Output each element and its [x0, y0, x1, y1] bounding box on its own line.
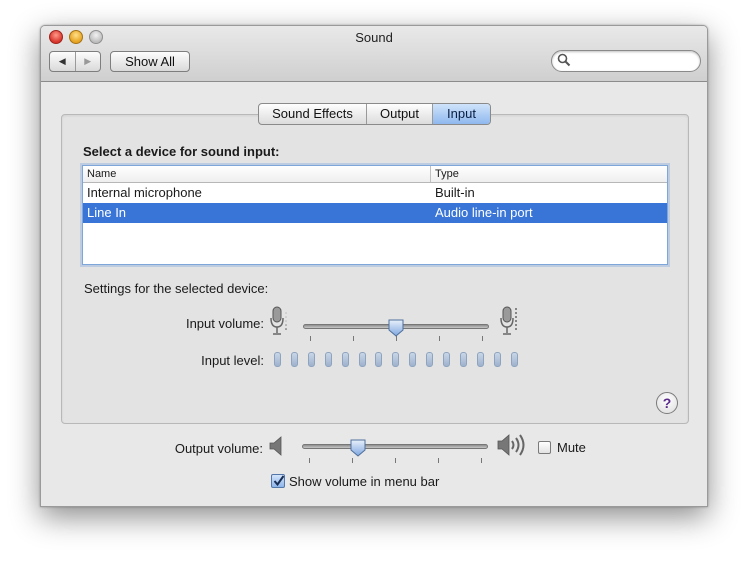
level-segment	[307, 352, 315, 367]
level-segment	[493, 352, 501, 367]
tab-input[interactable]: Input	[433, 104, 490, 124]
search-input[interactable]	[574, 53, 694, 69]
output-volume-knob[interactable]	[350, 439, 366, 457]
device-type: Audio line-in port	[435, 205, 533, 220]
level-segment	[426, 352, 434, 367]
level-segment	[358, 352, 366, 367]
search-field[interactable]	[551, 50, 701, 72]
tab-bar: Sound Effects Output Input	[258, 103, 491, 125]
show-all-button[interactable]: Show All	[110, 51, 190, 72]
level-segment	[443, 352, 450, 367]
input-volume-knob[interactable]	[388, 319, 404, 337]
speaker-high-icon	[497, 434, 525, 456]
slider-tick	[439, 336, 440, 341]
slider-tick	[482, 336, 483, 341]
output-volume-track[interactable]	[302, 444, 488, 449]
input-volume-label: Input volume:	[185, 316, 264, 331]
search-icon	[557, 53, 571, 67]
level-segment	[510, 352, 518, 367]
level-segment	[459, 352, 467, 367]
input-device-table[interactable]: Name Type Internal microphone Built-in L…	[82, 165, 668, 265]
microphone-low-icon	[270, 306, 287, 335]
output-volume-label: Output volume:	[174, 441, 263, 456]
level-segment	[375, 352, 383, 367]
back-button[interactable]: ◀	[50, 52, 75, 71]
device-type: Built-in	[435, 185, 475, 200]
column-header-name[interactable]: Name	[83, 166, 431, 182]
show-volume-menubar-label: Show volume in menu bar	[289, 474, 440, 489]
slider-tick	[395, 458, 396, 463]
mute-label: Mute	[557, 440, 586, 455]
tab-sound-effects[interactable]: Sound Effects	[259, 104, 367, 124]
slider-tick	[353, 336, 354, 341]
settings-label: Settings for the selected device:	[84, 281, 269, 296]
microphone-high-icon	[500, 306, 517, 335]
level-segment	[392, 352, 400, 367]
forward-button[interactable]: ▶	[74, 52, 101, 71]
window-title: Sound	[355, 30, 393, 45]
input-panel: Select a device for sound input: Name Ty…	[61, 114, 689, 424]
device-name: Internal microphone	[87, 185, 202, 200]
level-segment	[409, 352, 417, 367]
level-segment	[324, 352, 332, 367]
table-row-selected[interactable]: Line In Audio line-in port	[83, 203, 667, 223]
level-segment	[341, 352, 349, 367]
slider-tick	[438, 458, 439, 463]
mute-checkbox[interactable]	[538, 441, 551, 454]
show-volume-menubar-checkbox[interactable]	[271, 474, 285, 488]
help-button[interactable]: ?	[656, 392, 678, 414]
column-header-type[interactable]: Type	[431, 166, 459, 182]
table-header: Name Type	[83, 166, 667, 183]
checkmark-icon	[273, 475, 285, 487]
device-name: Line In	[87, 205, 127, 220]
slider-tick	[310, 336, 311, 341]
level-segment	[290, 352, 298, 367]
input-level-label: Input level:	[201, 353, 264, 368]
slider-tick	[352, 458, 353, 463]
sound-preferences-window: Sound ◀ ▶ Show All Sound Effects Output …	[40, 25, 708, 507]
slider-tick	[481, 458, 482, 463]
speaker-low-icon	[269, 436, 282, 456]
toolbar: Sound ◀ ▶ Show All	[41, 26, 707, 82]
level-segment	[476, 352, 484, 367]
tab-output[interactable]: Output	[367, 104, 433, 124]
device-list-heading: Select a device for sound input:	[83, 144, 280, 159]
back-forward-control: ◀ ▶	[49, 51, 101, 72]
slider-tick	[309, 458, 310, 463]
table-row[interactable]: Internal microphone Built-in	[83, 183, 667, 203]
level-segment	[274, 352, 281, 367]
